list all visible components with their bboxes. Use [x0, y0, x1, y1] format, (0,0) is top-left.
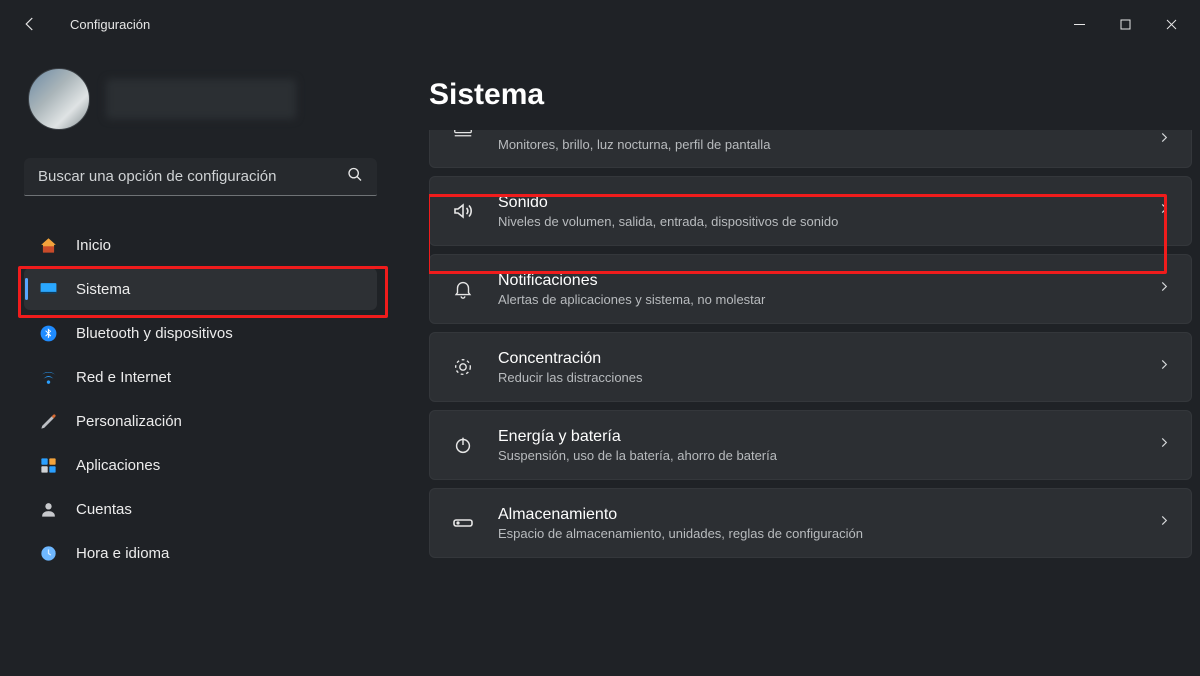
card-title: Sonido: [498, 194, 838, 212]
minimize-icon: [1074, 19, 1085, 30]
bluetooth-icon: [38, 323, 58, 343]
chevron-right-icon: [1157, 358, 1171, 377]
card-almacenamiento[interactable]: Almacenamiento Espacio de almacenamiento…: [429, 488, 1192, 558]
sidebar-item-label: Personalización: [76, 413, 182, 430]
sidebar-item-label: Inicio: [76, 237, 111, 254]
search-box[interactable]: [24, 158, 377, 196]
sidebar-item-hora[interactable]: Hora e idioma: [24, 532, 377, 574]
card-energia[interactable]: Energía y batería Suspensión, uso de la …: [429, 410, 1192, 480]
home-icon: [38, 235, 58, 255]
back-button[interactable]: [18, 12, 42, 36]
card-title: Pantalla: [498, 130, 770, 135]
personalization-icon: [38, 411, 58, 431]
card-text: Almacenamiento Espacio de almacenamiento…: [498, 506, 863, 541]
maximize-button[interactable]: [1102, 8, 1148, 40]
search-input[interactable]: [24, 158, 377, 196]
card-subtitle: Alertas de aplicaciones y sistema, no mo…: [498, 292, 765, 307]
arrow-left-icon: [21, 15, 39, 33]
chevron-right-icon: [1157, 202, 1171, 221]
avatar: [28, 68, 90, 130]
sidebar-nav: Inicio Sistema Bluetooth y dispositivos: [24, 224, 377, 574]
body: Inicio Sistema Bluetooth y dispositivos: [0, 48, 1200, 676]
sidebar-item-label: Aplicaciones: [76, 457, 160, 474]
chevron-right-icon: [1157, 436, 1171, 455]
card-text: Notificaciones Alertas de aplicaciones y…: [498, 272, 765, 307]
card-pantalla[interactable]: Pantalla Monitores, brillo, luz nocturna…: [429, 130, 1192, 168]
card-subtitle: Niveles de volumen, salida, entrada, dis…: [498, 214, 838, 229]
card-text: Concentración Reducir las distracciones: [498, 350, 643, 385]
card-text: Sonido Niveles de volumen, salida, entra…: [498, 194, 838, 229]
chevron-right-icon: [1157, 280, 1171, 299]
card-sonido[interactable]: Sonido Niveles de volumen, salida, entra…: [429, 176, 1192, 246]
display-icon: [450, 130, 476, 139]
card-title: Concentración: [498, 350, 643, 368]
sidebar-item-bluetooth[interactable]: Bluetooth y dispositivos: [24, 312, 377, 354]
sidebar-item-cuentas[interactable]: Cuentas: [24, 488, 377, 530]
minimize-button[interactable]: [1056, 8, 1102, 40]
page-title: Sistema: [429, 78, 1194, 112]
focus-icon: [450, 356, 476, 378]
settings-card-list: Pantalla Monitores, brillo, luz nocturna…: [429, 130, 1194, 558]
card-text: Pantalla Monitores, brillo, luz nocturna…: [498, 130, 770, 152]
wifi-icon: [38, 367, 58, 387]
card-subtitle: Reducir las distracciones: [498, 370, 643, 385]
window-controls: [1056, 8, 1194, 40]
system-icon: [38, 279, 58, 299]
card-concentracion[interactable]: Concentración Reducir las distracciones: [429, 332, 1192, 402]
user-name-blurred: [106, 79, 296, 119]
sidebar-item-sistema[interactable]: Sistema: [24, 268, 377, 310]
card-text: Energía y batería Suspensión, uso de la …: [498, 428, 777, 463]
card-title: Energía y batería: [498, 428, 777, 446]
maximize-icon: [1120, 19, 1131, 30]
sidebar-item-personalizacion[interactable]: Personalización: [24, 400, 377, 442]
chevron-right-icon: [1157, 131, 1171, 150]
bell-icon: [450, 278, 476, 300]
card-subtitle: Monitores, brillo, luz nocturna, perfil …: [498, 137, 770, 152]
chevron-right-icon: [1157, 514, 1171, 533]
sidebar-item-label: Hora e idioma: [76, 545, 169, 562]
search-icon: [347, 167, 363, 188]
sidebar-item-label: Bluetooth y dispositivos: [76, 325, 233, 342]
card-subtitle: Espacio de almacenamiento, unidades, reg…: [498, 526, 863, 541]
close-button[interactable]: [1148, 8, 1194, 40]
card-notificaciones[interactable]: Notificaciones Alertas de aplicaciones y…: [429, 254, 1192, 324]
card-subtitle: Suspensión, uso de la batería, ahorro de…: [498, 448, 777, 463]
card-title: Notificaciones: [498, 272, 765, 290]
sidebar-item-label: Cuentas: [76, 501, 132, 518]
power-icon: [450, 434, 476, 456]
apps-icon: [38, 455, 58, 475]
sidebar: Inicio Sistema Bluetooth y dispositivos: [0, 48, 395, 676]
time-language-icon: [38, 543, 58, 563]
storage-icon: [450, 511, 476, 535]
close-icon: [1166, 19, 1177, 30]
titlebar: Configuración: [0, 0, 1200, 48]
sidebar-item-label: Sistema: [76, 281, 130, 298]
sidebar-item-red[interactable]: Red e Internet: [24, 356, 377, 398]
sound-icon: [450, 199, 476, 223]
window-title: Configuración: [70, 17, 150, 32]
user-profile[interactable]: [28, 68, 377, 130]
accounts-icon: [38, 499, 58, 519]
titlebar-left: Configuración: [18, 12, 150, 36]
sidebar-item-label: Red e Internet: [76, 369, 171, 386]
main-content: Sistema Pantalla Monitores, brillo, luz …: [395, 48, 1200, 676]
sidebar-item-inicio[interactable]: Inicio: [24, 224, 377, 266]
sidebar-item-aplicaciones[interactable]: Aplicaciones: [24, 444, 377, 486]
card-title: Almacenamiento: [498, 506, 863, 524]
settings-window: Configuración: [0, 0, 1200, 676]
